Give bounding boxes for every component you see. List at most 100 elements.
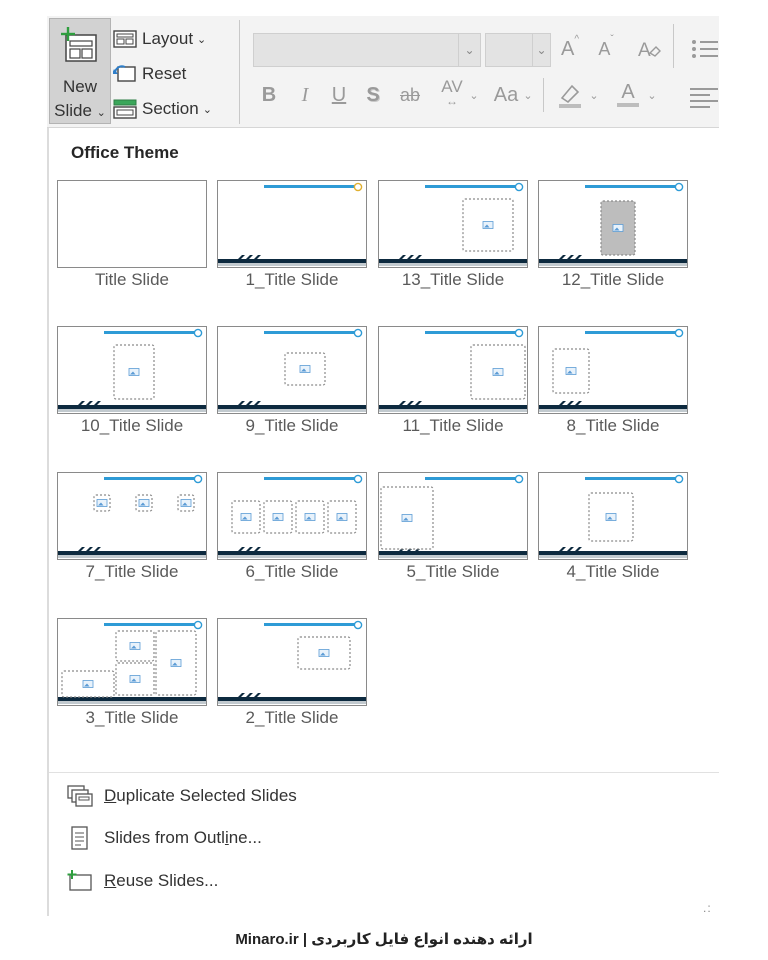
bold-button[interactable]: B [257, 80, 281, 110]
layout-thumbnail[interactable] [217, 180, 367, 268]
resize-grip-icon[interactable]: .: [703, 901, 712, 915]
slide-preview [539, 182, 687, 266]
change-case-button[interactable]: Aa [491, 80, 521, 110]
strikethrough-button[interactable]: ab [395, 80, 425, 110]
align-left-button[interactable] [689, 82, 719, 112]
highlight-button[interactable] [555, 78, 585, 112]
shrink-font-button[interactable]: Aˇ [593, 34, 619, 64]
slide-preview [58, 620, 206, 704]
italic-button[interactable]: I [293, 80, 317, 110]
layout-label: 2_Title Slide [245, 708, 339, 727]
layout-thumbnail[interactable] [538, 326, 688, 414]
chevron-down-icon[interactable]: ⌄ [532, 34, 550, 66]
chevron-down-icon[interactable]: ⌄ [645, 80, 659, 110]
layout-thumbnail[interactable] [217, 618, 367, 706]
section-icon [113, 99, 137, 119]
menu-label: euse Slides... [116, 871, 219, 890]
change-case-icon: Aa [493, 83, 519, 106]
slide-preview [218, 328, 366, 412]
layout-thumbnail[interactable] [378, 180, 528, 268]
reset-button[interactable]: Reset [113, 59, 186, 89]
layout-label: 12_Title Slide [561, 270, 665, 289]
menu-label: Slides from Outl [104, 828, 225, 847]
chevron-down-icon[interactable]: ⌄ [467, 80, 481, 110]
layout-label: Layout [142, 29, 194, 48]
new-slide-dropdown-label[interactable]: Slide ⌄ [50, 101, 110, 121]
font-name-combobox[interactable]: ⌄ [253, 33, 481, 67]
strikethrough-icon: ab [399, 84, 421, 105]
layout-thumbnail[interactable] [57, 618, 207, 706]
new-slide-gallery: Office Theme Title Slide 1_Title Slide 13_… [49, 129, 719, 916]
shadow-button[interactable]: S [361, 80, 385, 110]
layout-thumbnail[interactable] [217, 472, 367, 560]
font-color-icon: A [621, 81, 635, 103]
reset-icon [113, 65, 136, 82]
menu-divider [49, 772, 719, 773]
group-divider [543, 78, 544, 112]
chevron-down-icon: ⌄ [197, 33, 207, 46]
font-color-button[interactable]: A [613, 76, 643, 112]
slide-preview [58, 181, 206, 267]
section-label: Section [142, 99, 199, 118]
slides-from-outline-menu-item[interactable]: Slides from Outline... [65, 823, 262, 853]
layout-thumbnail[interactable] [217, 326, 367, 414]
layout-thumbnail[interactable] [538, 180, 688, 268]
slide-preview [58, 474, 206, 558]
chevron-down-icon: ⌄ [96, 107, 106, 119]
menu-label: uplicate Selected Slides [116, 786, 297, 805]
menu-label: ne... [228, 828, 262, 847]
slide-preview [379, 182, 527, 266]
bullets-icon [692, 40, 718, 58]
grow-font-button[interactable]: A ^ [557, 34, 583, 64]
reuse-slides-menu-item[interactable]: Reuse Slides... [65, 866, 218, 896]
layout-label: 9_Title Slide [245, 416, 339, 435]
slide-preview [218, 474, 366, 558]
underline-button[interactable]: U [327, 80, 351, 110]
menu-mnemonic: D [104, 786, 117, 805]
slide-preview [58, 328, 206, 412]
character-spacing-icon: AV [441, 77, 463, 96]
underline-icon: U [331, 83, 347, 106]
layout-button[interactable]: Layout ⌄ [113, 24, 206, 54]
layout-label: 13_Title Slide [401, 270, 505, 289]
layout-thumbnail[interactable] [378, 326, 528, 414]
font-size-combobox[interactable]: ⌄ [485, 33, 551, 67]
menu-mnemonic: R [104, 871, 117, 890]
bullets-button[interactable] [689, 34, 719, 64]
slide-preview [218, 182, 366, 266]
duplicate-slides-menu-item[interactable]: Duplicate Selected Slides [65, 781, 297, 811]
layout-icon [113, 30, 137, 48]
shadow-icon: S [366, 83, 380, 106]
layout-thumbnail[interactable] [57, 472, 207, 560]
new-slide-label: New [62, 77, 97, 96]
layout-label: 4_Title Slide [566, 562, 660, 581]
section-button[interactable]: Section ⌄ [113, 94, 212, 124]
layout-label: Title Slide [94, 270, 169, 289]
layout-thumbnail[interactable] [57, 326, 207, 414]
layout-thumbnail[interactable] [538, 472, 688, 560]
italic-icon: I [301, 83, 309, 106]
slide-preview [539, 328, 687, 412]
align-left-icon [690, 88, 718, 108]
watermark: Minaro.ir | ارائه دهنده انواع فایل کاربر… [235, 931, 533, 948]
chevron-down-icon[interactable]: ⌄ [521, 80, 535, 110]
duplicate-icon [65, 784, 95, 808]
slide-preview [379, 328, 527, 412]
ribbon: New Slide ⌄ Layout ⌄ Reset Section ⌄ ⌄ ⌄… [47, 16, 719, 128]
chevron-down-icon: ⌄ [202, 103, 212, 116]
layout-thumbnail[interactable] [57, 180, 207, 268]
bold-icon: B [261, 83, 277, 106]
chevron-down-icon[interactable]: ⌄ [587, 80, 601, 110]
slide-preview [218, 620, 366, 704]
slide-preview [379, 474, 527, 558]
group-divider [673, 24, 674, 68]
svg-text:A: A [638, 40, 651, 61]
reset-label: Reset [142, 64, 187, 83]
group-divider [239, 20, 240, 124]
clear-formatting-icon: A [638, 40, 661, 61]
layout-thumbnail[interactable] [378, 472, 528, 560]
reuse-icon [65, 869, 95, 893]
chevron-down-icon[interactable]: ⌄ [458, 34, 480, 66]
new-slide-button[interactable]: New Slide ⌄ [49, 18, 111, 124]
clear-formatting-button[interactable]: A [635, 34, 663, 64]
